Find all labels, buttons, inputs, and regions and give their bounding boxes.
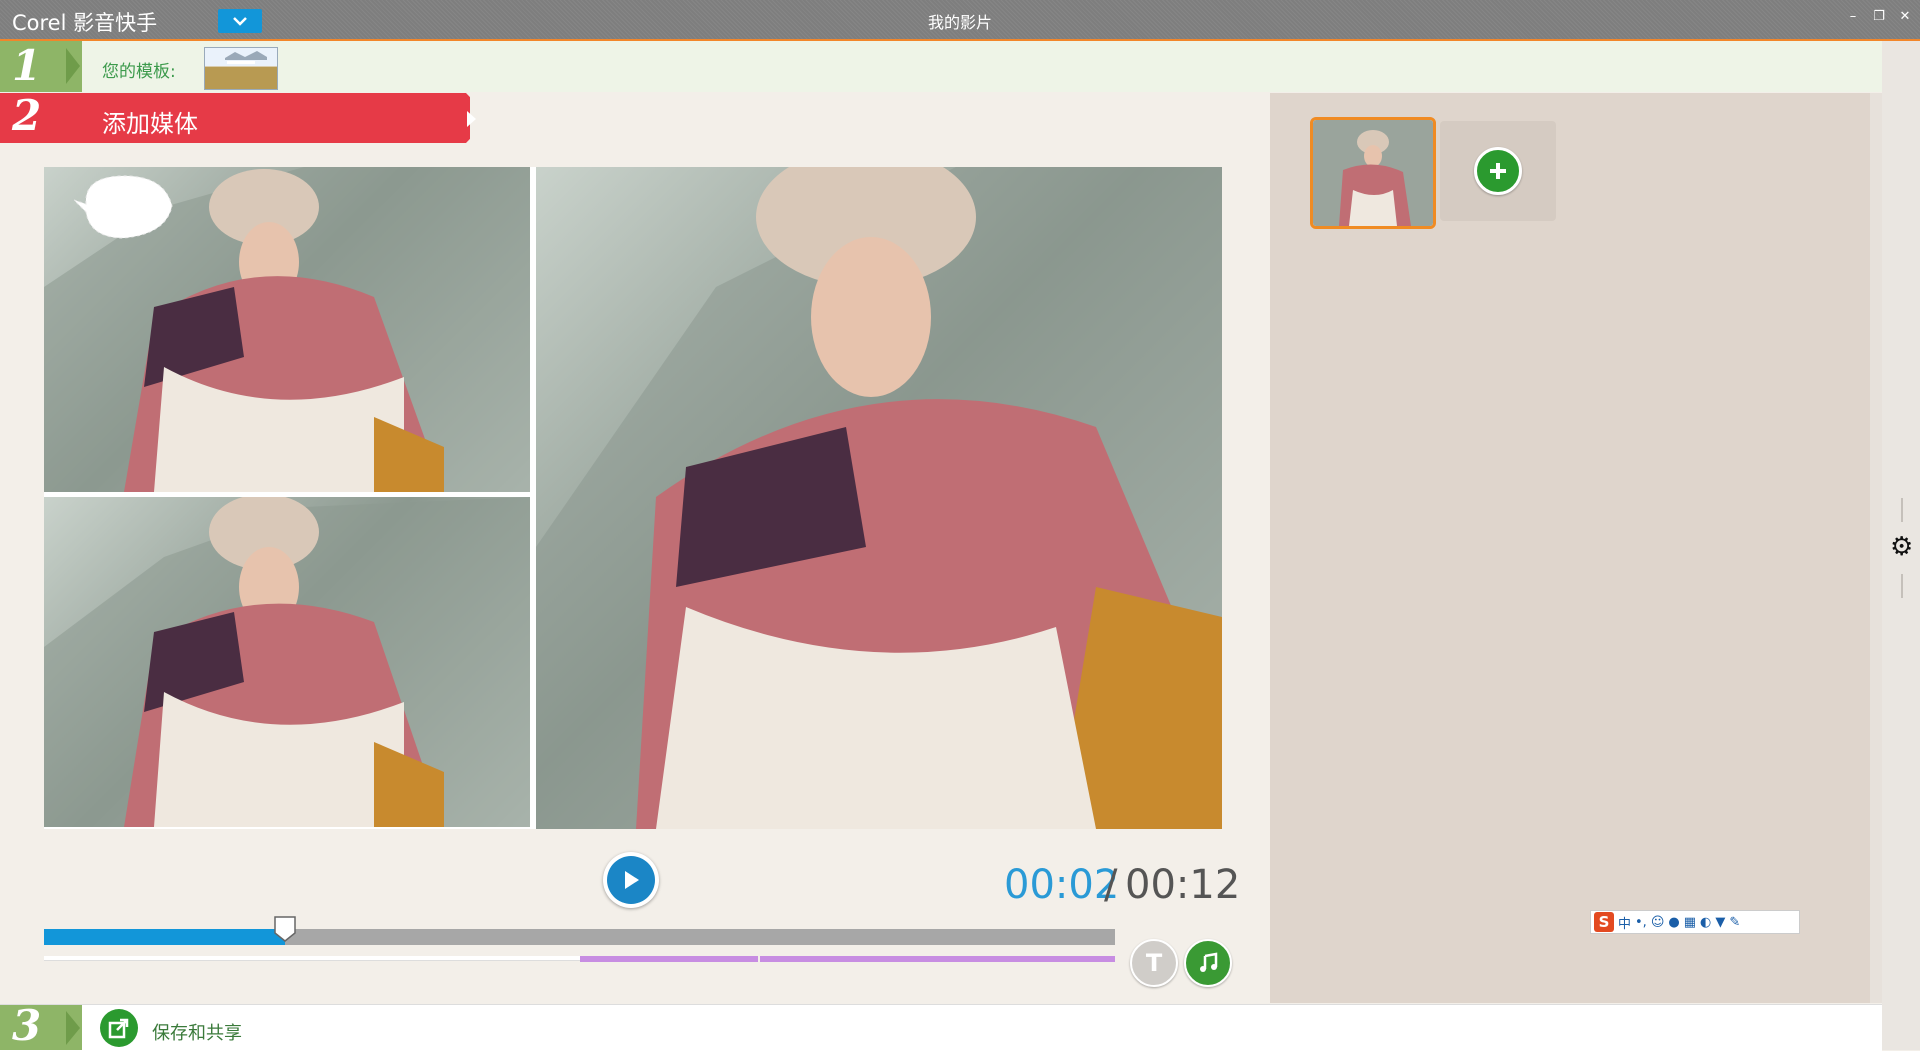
audio-track-clip[interactable] xyxy=(760,956,1115,962)
add-media-tile[interactable] xyxy=(1440,121,1556,221)
share-label[interactable]: 保存和共享 xyxy=(152,1019,242,1045)
music-note-icon xyxy=(1200,952,1218,972)
media-library-panel xyxy=(1270,93,1870,1003)
media-thumbnail-image xyxy=(1313,120,1433,226)
shirt-icon[interactable]: ▼ xyxy=(1715,915,1725,930)
step2-number: 2 xyxy=(12,91,42,140)
speech-bubble-overlay[interactable] xyxy=(74,172,174,242)
play-button[interactable] xyxy=(603,852,659,908)
emoji-icon[interactable]: ☺ xyxy=(1651,915,1665,930)
step3-arrow-icon xyxy=(66,1011,80,1045)
timeline-progress xyxy=(44,929,285,945)
add-music-button[interactable] xyxy=(1184,939,1232,987)
share-icon xyxy=(108,1018,129,1039)
total-time: 00:12 xyxy=(1125,862,1241,908)
step2-arrow-icon[interactable] xyxy=(467,111,476,127)
user-icon[interactable]: ◐ xyxy=(1700,915,1711,930)
timeline-scrubber-handle[interactable] xyxy=(273,915,297,943)
side-grip xyxy=(1901,574,1903,598)
add-media-button[interactable] xyxy=(1474,147,1522,195)
step3-number: 3 xyxy=(12,1001,42,1050)
ime-toolbar[interactable]: S 中 •, ☺ ● ▦ ◐ ▼ ✎ xyxy=(1590,910,1800,934)
audio-track-clip[interactable] xyxy=(580,956,758,962)
current-time: 00:02 xyxy=(1004,862,1120,908)
template-preview-image xyxy=(205,51,277,89)
play-button-face xyxy=(607,856,655,904)
share-button[interactable] xyxy=(100,1009,138,1047)
close-button[interactable]: ✕ xyxy=(1894,6,1916,28)
wrench-icon[interactable]: ✎ xyxy=(1729,915,1740,930)
ime-mode-label[interactable]: 中 xyxy=(1618,913,1631,932)
ime-punctuation-toggle[interactable]: •, xyxy=(1635,915,1647,930)
preview-canvas[interactable] xyxy=(44,167,1222,829)
window-title: 我的影片 xyxy=(927,13,992,32)
play-icon xyxy=(625,871,639,889)
media-thumbnail-selected[interactable] xyxy=(1310,117,1436,229)
minimize-button[interactable]: – xyxy=(1842,6,1864,28)
step1-arrow-icon xyxy=(66,48,80,84)
step3-share-row xyxy=(0,1004,1882,1051)
title-track[interactable] xyxy=(44,956,580,961)
add-title-button[interactable]: T xyxy=(1130,939,1178,987)
time-separator: / xyxy=(1104,862,1118,908)
step2-label: 添加媒体 xyxy=(102,110,198,138)
ime-logo-icon: S xyxy=(1594,912,1614,932)
collage-photo-bottom-left xyxy=(44,497,530,827)
panel-scrollbar[interactable] xyxy=(1870,93,1882,1003)
template-thumbnail[interactable] xyxy=(204,47,278,90)
gear-icon[interactable]: ⚙ xyxy=(1890,532,1913,562)
plus-icon xyxy=(1490,163,1506,179)
text-icon: T xyxy=(1145,949,1163,977)
side-grip xyxy=(1901,498,1903,522)
step2-banner xyxy=(0,93,470,143)
step1-template-row xyxy=(0,41,1882,92)
keyboard-icon[interactable]: ▦ xyxy=(1684,915,1696,930)
collage-photo-main xyxy=(536,167,1222,829)
restore-button[interactable]: ❐ xyxy=(1868,6,1890,28)
template-label: 您的模板: xyxy=(102,62,176,82)
step1-number: 1 xyxy=(12,41,42,90)
microphone-icon[interactable]: ● xyxy=(1668,915,1679,930)
